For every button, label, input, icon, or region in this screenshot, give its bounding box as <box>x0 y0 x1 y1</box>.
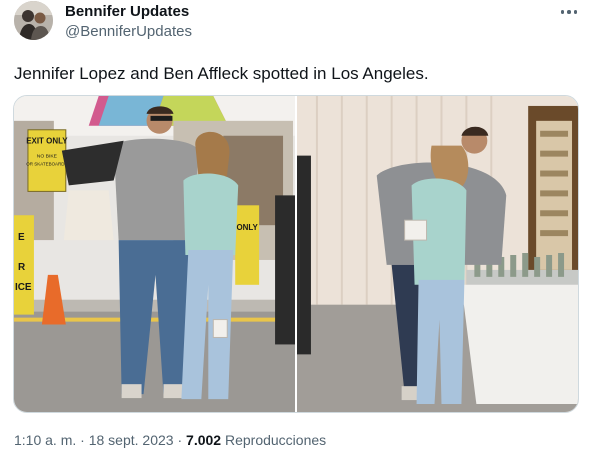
profile-photo-icon <box>14 1 53 40</box>
views-label: Reproducciones <box>221 432 327 448</box>
views-count: 7.002 <box>186 432 222 448</box>
street-photo-image: EXIT ONLY NO BIKE OR SKATEBOARDS E R ICE… <box>14 96 295 412</box>
market-stall-photo-image <box>297 96 578 412</box>
photo-1[interactable]: EXIT ONLY NO BIKE OR SKATEBOARDS E R ICE… <box>14 96 295 412</box>
author-name[interactable]: Bennifer Updates <box>65 3 189 20</box>
sign-text-3: OR SKATEBOARDS <box>26 162 67 167</box>
avatar[interactable] <box>14 1 53 40</box>
tweet-text: Jennifer Lopez and Ben Affleck spotted i… <box>14 64 429 83</box>
side-sign-1: E <box>18 232 25 243</box>
tweet-meta: 1:10 a. m. · 18 sept. 2023 · 7.002 Repro… <box>14 432 326 448</box>
author-handle[interactable]: @BenniferUpdates <box>65 23 192 40</box>
right-sign-text: ONLY <box>236 223 258 232</box>
side-sign-2: R <box>18 262 25 273</box>
tweet: Bennifer Updates @BenniferUpdates Jennif… <box>0 0 597 449</box>
more-options-icon[interactable] <box>556 2 582 22</box>
photo-2[interactable] <box>297 96 578 412</box>
meta-separator-2: · <box>173 432 187 448</box>
tweet-time-link[interactable]: 1:10 a. m. <box>14 432 76 448</box>
side-sign-3: ICE <box>15 282 32 293</box>
tweet-date-link[interactable]: 18 sept. 2023 <box>89 432 174 448</box>
sign-text-2: NO BIKE <box>37 154 58 160</box>
media-grid: EXIT ONLY NO BIKE OR SKATEBOARDS E R ICE… <box>13 95 579 413</box>
meta-separator-1: · <box>76 432 89 448</box>
sign-text-1: EXIT ONLY <box>26 137 68 146</box>
